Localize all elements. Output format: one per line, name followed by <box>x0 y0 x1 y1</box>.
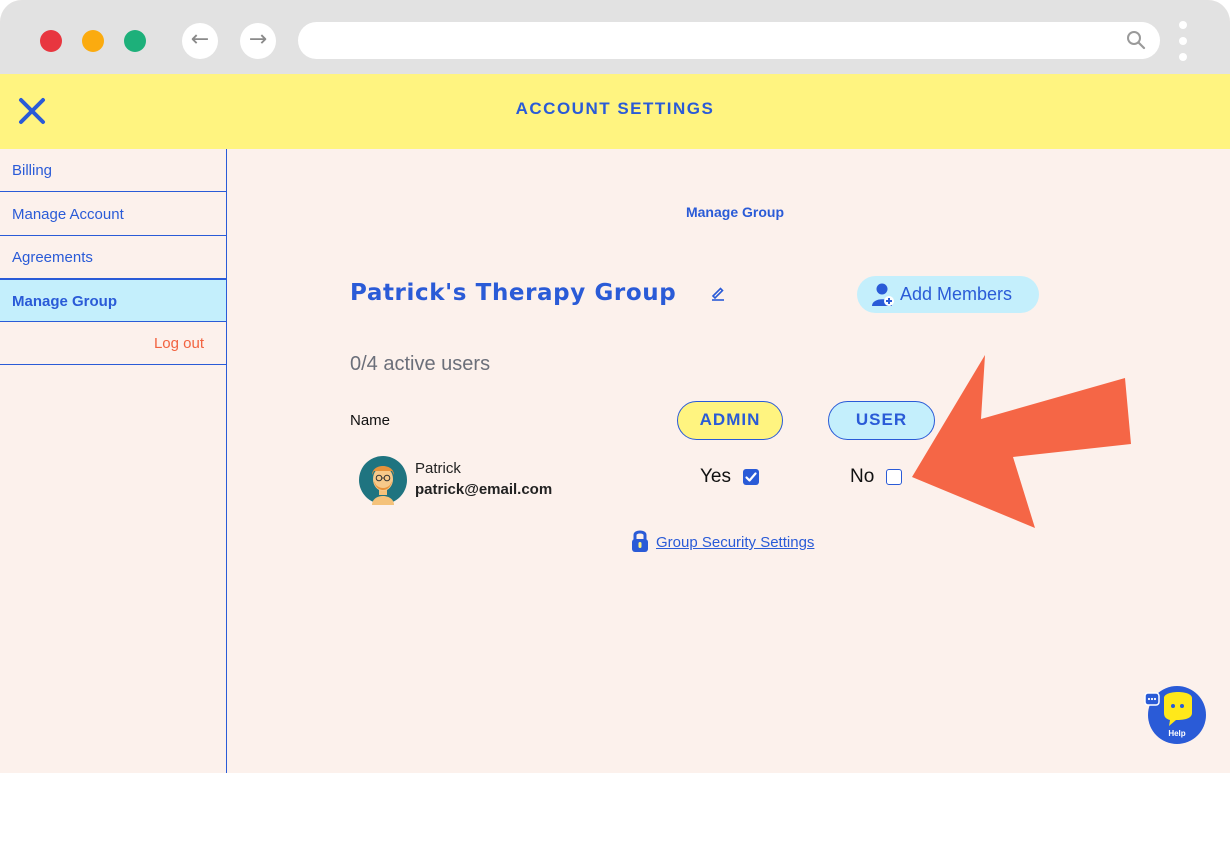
annotation-arrow <box>912 355 1131 528</box>
sidebar-item-billing[interactable]: Billing <box>0 149 226 192</box>
lock-icon <box>632 530 648 552</box>
column-header-name: Name <box>350 412 391 429</box>
user-checkbox[interactable] <box>886 469 902 485</box>
user-value: No <box>850 466 875 487</box>
search-icon[interactable] <box>1126 30 1146 50</box>
group-name: Patrick's Therapy Group <box>350 280 677 306</box>
column-header-admin: ADMIN <box>677 401 783 440</box>
sidebar-item-manage-group[interactable]: Manage Group <box>0 279 226 322</box>
user-add-icon <box>872 283 894 306</box>
browser-menu-icon[interactable] <box>1176 21 1190 61</box>
edit-pencil-icon[interactable] <box>710 285 726 301</box>
check-icon <box>745 472 757 482</box>
arrow-left-icon: ← <box>190 27 210 52</box>
add-members-label: Add Members <box>900 284 1013 304</box>
help-chat-icon[interactable]: Help <box>1140 686 1210 748</box>
admin-checkbox[interactable] <box>743 469 759 485</box>
sidebar-item-agreements[interactable]: Agreements <box>0 236 226 279</box>
active-users-count: 0/4 active users <box>350 353 491 375</box>
admin-value: Yes <box>700 466 731 487</box>
window-close-dot[interactable] <box>40 30 62 52</box>
window-minimize-dot[interactable] <box>82 30 104 52</box>
help-label: Help <box>1168 729 1185 738</box>
sidebar-item-manage-account[interactable]: Manage Account <box>0 193 226 236</box>
logout-link[interactable]: Log out <box>0 322 226 365</box>
arrow-right-icon: → <box>248 27 268 52</box>
member-name: Patrick <box>415 460 461 477</box>
page-title: ACCOUNT SETTINGS <box>515 99 715 118</box>
avatar <box>359 456 407 505</box>
section-title: Manage Group <box>685 204 784 220</box>
group-security-settings-link[interactable]: Group Security Settings <box>656 534 814 551</box>
add-members-button[interactable]: Add Members <box>857 276 1039 313</box>
browser-window: ← → ACCOUNT SETTINGS Billing Manage Acco… <box>0 0 1230 773</box>
forward-button[interactable]: → <box>240 23 276 59</box>
back-button[interactable]: ← <box>182 23 218 59</box>
member-email: patrick@email.com <box>415 481 553 498</box>
browser-toolbar: ← → <box>0 0 1230 74</box>
address-bar[interactable] <box>298 22 1160 59</box>
window-maximize-dot[interactable] <box>124 30 146 52</box>
